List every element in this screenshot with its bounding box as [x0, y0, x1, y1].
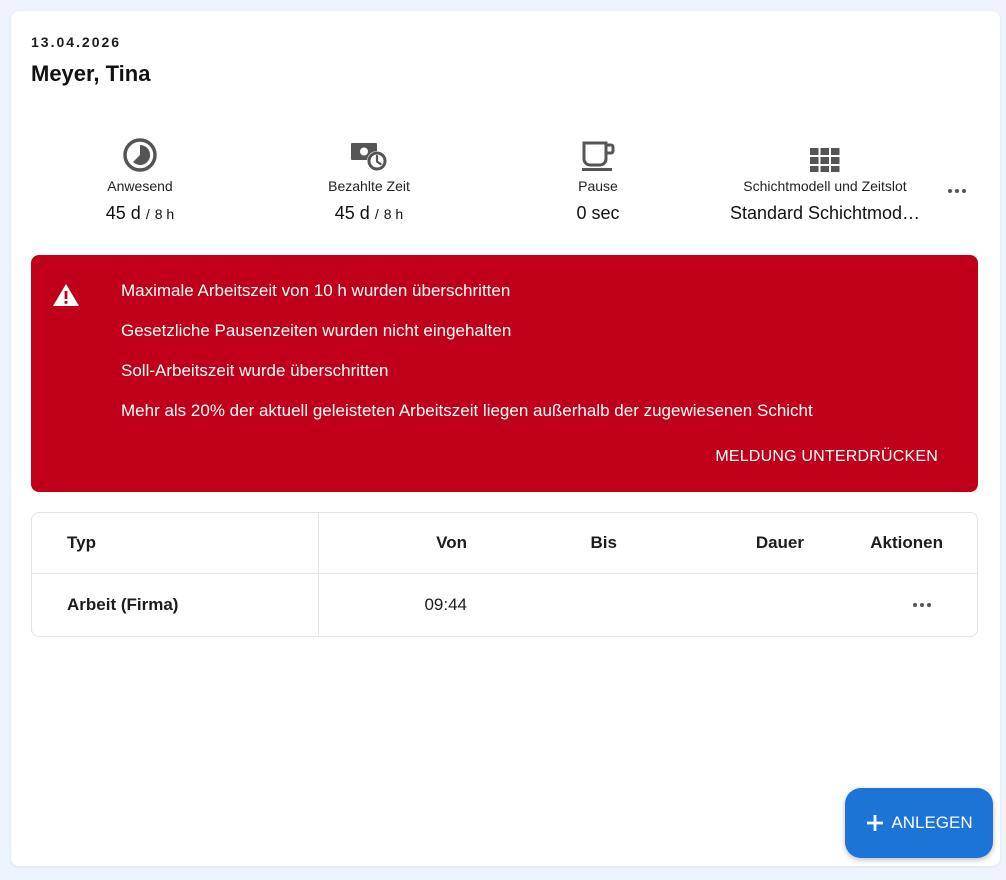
stat-paid-main: 45 d — [334, 203, 370, 223]
row-actions-button[interactable] — [908, 574, 936, 636]
stat-paid: Bezahlte Zeit 45 d / 8 h — [249, 135, 489, 224]
column-header-von: Von — [436, 533, 467, 552]
more-horizontal-icon — [913, 603, 931, 607]
stat-present-target: 8 h — [154, 206, 175, 222]
money-clock-icon — [351, 143, 387, 171]
suppress-alert-button[interactable]: MELDUNG UNTERDRÜCKEN — [715, 448, 938, 466]
create-entry-button[interactable]: ANLEGEN — [845, 788, 993, 858]
alert-message: Soll-Arbeitszeit wurde überschritten — [121, 361, 389, 380]
stats-bar: Anwesend 45 d / 8 h Bezahlte Zeit 45 d /… — [11, 135, 1000, 235]
stat-paid-value: 45 d / 8 h — [249, 203, 489, 224]
coffee-cup-icon — [582, 141, 615, 171]
stat-pause-value: 0 sec — [576, 203, 620, 223]
stat-pause: Pause 0 sec — [478, 135, 718, 224]
column-header-dauer: Dauer — [755, 533, 804, 552]
stat-present: Anwesend 45 d / 8 h — [20, 135, 260, 224]
table-row[interactable]: Arbeit (Firma) 09:44 — [32, 574, 977, 636]
date-label: 13.04.2026 — [31, 34, 122, 50]
warning-triangle-icon — [53, 284, 79, 306]
column-header-typ: Typ — [67, 533, 96, 552]
stat-present-value: 45 d / 8 h — [20, 203, 260, 224]
stat-paid-label: Bezahlte Zeit — [328, 178, 410, 194]
more-horizontal-icon — [948, 189, 966, 193]
cell-typ: Arbeit (Firma) — [67, 595, 179, 614]
cell-bis — [522, 574, 617, 636]
create-entry-label: ANLEGEN — [891, 813, 973, 832]
alert-message: Mehr als 20% der aktuell geleisteten Arb… — [121, 401, 813, 420]
stat-pause-label: Pause — [578, 178, 618, 194]
stat-present-sep: / — [145, 206, 150, 222]
stat-paid-sep: / — [374, 206, 379, 222]
grid-icon — [810, 148, 840, 172]
column-header-bis: Bis — [590, 533, 617, 552]
stats-more-button[interactable] — [943, 181, 971, 201]
table-header: Typ Von Bis Dauer Aktionen — [32, 513, 977, 574]
alert-message: Gesetzliche Pausenzeiten wurden nicht ei… — [121, 321, 512, 340]
shift-detail-card: 13.04.2026 Meyer, Tina Anwesend 45 d / 8… — [11, 11, 1000, 866]
cell-dauer — [702, 574, 804, 636]
alert-messages: Maximale Arbeitszeit von 10 h wurden übe… — [121, 281, 813, 441]
column-divider — [318, 513, 319, 636]
plus-icon — [867, 815, 884, 831]
column-header-aktionen: Aktionen — [870, 533, 943, 552]
stat-present-main: 45 d — [105, 203, 141, 223]
stat-present-label: Anwesend — [107, 178, 173, 194]
stat-shift-value: Standard Schichtmod… — [729, 203, 921, 223]
stat-paid-target: 8 h — [383, 206, 404, 222]
time-entries-table: Typ Von Bis Dauer Aktionen Arbeit (Firma… — [31, 512, 978, 637]
stat-shift-label: Schichtmodell und Zeitslot — [743, 178, 907, 194]
violation-alert: Maximale Arbeitszeit von 10 h wurden übe… — [31, 255, 978, 492]
stat-shift: Schichtmodell und Zeitslot Standard Schi… — [705, 135, 945, 224]
cell-von: 09:44 — [424, 595, 467, 614]
employee-name: Meyer, Tina — [31, 61, 151, 86]
pie-clock-icon — [123, 138, 157, 172]
alert-message: Maximale Arbeitszeit von 10 h wurden übe… — [121, 281, 511, 300]
